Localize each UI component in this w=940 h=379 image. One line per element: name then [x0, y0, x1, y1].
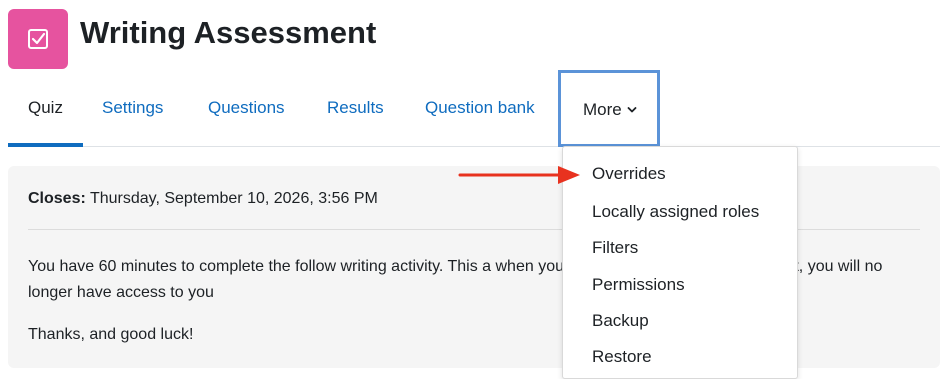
active-tab-indicator — [8, 143, 83, 147]
tab-question-bank[interactable]: Question bank — [425, 98, 535, 118]
more-dropdown-menu: Overrides Locally assigned roles Filters… — [562, 146, 798, 379]
menu-item-backup[interactable]: Backup — [592, 311, 649, 331]
close-date-value: Thursday, September 10, 2026, 3:56 PM — [85, 190, 378, 207]
menu-item-locally-assigned-roles[interactable]: Locally assigned roles — [592, 202, 759, 222]
quiz-checkbox-icon — [8, 9, 68, 69]
red-arrow-annotation — [458, 166, 580, 184]
tab-more[interactable]: More — [558, 70, 660, 147]
close-date-label: Closes: — [28, 190, 86, 207]
menu-item-filters[interactable]: Filters — [592, 238, 638, 258]
secondary-navigation: Quiz Settings Questions Results Question… — [8, 70, 940, 147]
tab-results[interactable]: Results — [327, 98, 384, 118]
quiz-info-box: Closes: Thursday, September 10, 2026, 3:… — [8, 166, 940, 368]
more-label: More — [583, 100, 622, 119]
thanks-text: Thanks, and good luck! — [28, 326, 194, 343]
chevron-down-icon — [627, 107, 637, 113]
menu-item-overrides[interactable]: Overrides — [592, 164, 666, 184]
page-header: Writing Assessment — [8, 8, 376, 70]
tab-settings[interactable]: Settings — [102, 98, 163, 118]
close-date: Closes: Thursday, September 10, 2026, 3:… — [28, 190, 378, 208]
menu-item-restore[interactable]: Restore — [592, 347, 652, 367]
page-title: Writing Assessment — [80, 15, 377, 50]
menu-item-permissions[interactable]: Permissions — [592, 275, 685, 295]
tab-questions[interactable]: Questions — [208, 98, 285, 118]
tab-quiz[interactable]: Quiz — [28, 98, 63, 118]
more-menu-toggle[interactable]: More — [583, 100, 637, 120]
